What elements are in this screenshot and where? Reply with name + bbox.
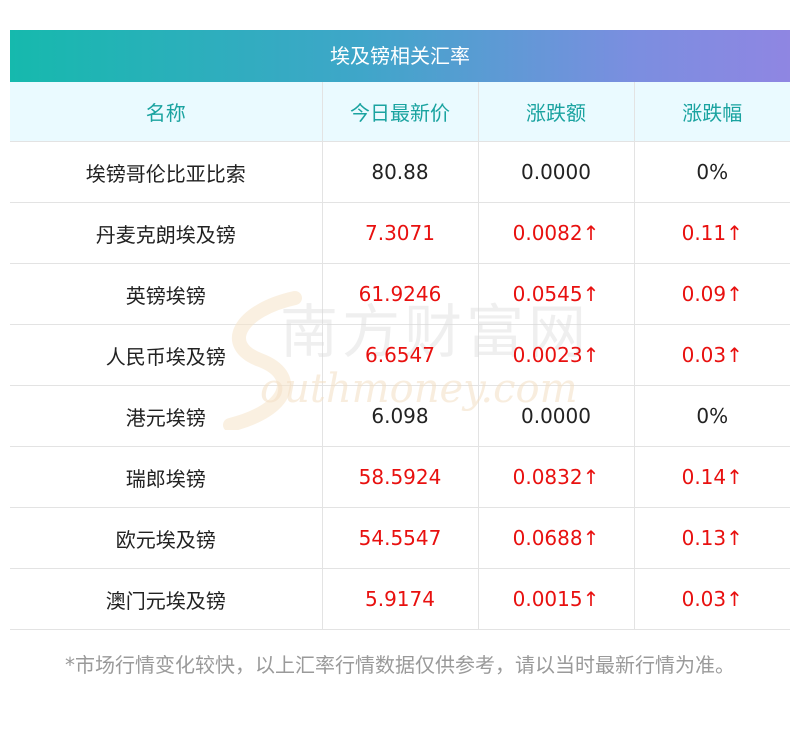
cell-pct: 0.03↑ xyxy=(634,324,790,386)
cell-price: 6.6547 xyxy=(322,324,479,386)
cell-price: 54.5547 xyxy=(322,507,479,569)
cell-change: 0.0688↑ xyxy=(478,507,635,569)
cell-price: 7.3071 xyxy=(322,202,479,264)
table-row: 英镑埃镑 61.9246 0.0545↑ 0.09↑ xyxy=(10,263,790,325)
cell-change: 0.0015↑ xyxy=(478,568,635,630)
cell-pct: 0% xyxy=(634,385,790,447)
header-change: 涨跌额 xyxy=(478,82,635,142)
table-row: 港元埃镑 6.098 0.0000 0% xyxy=(10,385,790,447)
cell-name: 瑞郎埃镑 xyxy=(10,446,323,508)
cell-price: 58.5924 xyxy=(322,446,479,508)
table-row: 埃镑哥伦比亚比索 80.88 0.0000 0% xyxy=(10,141,790,203)
cell-name: 人民币埃及镑 xyxy=(10,324,323,386)
cell-change: 0.0023↑ xyxy=(478,324,635,386)
header-row: 名称 今日最新价 涨跌额 涨跌幅 xyxy=(10,82,790,142)
table-row: 澳门元埃及镑 5.9174 0.0015↑ 0.03↑ xyxy=(10,568,790,630)
cell-pct: 0.03↑ xyxy=(634,568,790,630)
cell-change: 0.0000 xyxy=(478,141,635,203)
table-row: 欧元埃及镑 54.5547 0.0688↑ 0.13↑ xyxy=(10,507,790,569)
rate-table-card: 埃及镑相关汇率 名称 今日最新价 涨跌额 涨跌幅 埃镑哥伦比亚比索 80.88 … xyxy=(10,30,790,630)
cell-pct: 0.14↑ xyxy=(634,446,790,508)
table-row: 瑞郎埃镑 58.5924 0.0832↑ 0.14↑ xyxy=(10,446,790,508)
cell-pct: 0.09↑ xyxy=(634,263,790,325)
cell-name: 澳门元埃及镑 xyxy=(10,568,323,630)
cell-change: 0.0000 xyxy=(478,385,635,447)
exchange-rate-table: 名称 今日最新价 涨跌额 涨跌幅 埃镑哥伦比亚比索 80.88 0.0000 0… xyxy=(10,82,790,630)
table-title: 埃及镑相关汇率 xyxy=(10,30,790,82)
table-row: 人民币埃及镑 6.6547 0.0023↑ 0.03↑ xyxy=(10,324,790,386)
cell-name: 欧元埃及镑 xyxy=(10,507,323,569)
cell-change: 0.0832↑ xyxy=(478,446,635,508)
cell-name: 英镑埃镑 xyxy=(10,263,323,325)
cell-change: 0.0545↑ xyxy=(478,263,635,325)
disclaimer-note: *市场行情变化较快，以上汇率行情数据仅供参考，请以当时最新行情为准。 xyxy=(65,653,735,677)
cell-pct: 0% xyxy=(634,141,790,203)
table-row: 丹麦克朗埃及镑 7.3071 0.0082↑ 0.11↑ xyxy=(10,202,790,264)
cell-name: 港元埃镑 xyxy=(10,385,323,447)
header-price: 今日最新价 xyxy=(322,82,479,142)
header-pct: 涨跌幅 xyxy=(634,82,790,142)
cell-price: 61.9246 xyxy=(322,263,479,325)
cell-price: 5.9174 xyxy=(322,568,479,630)
cell-name: 埃镑哥伦比亚比索 xyxy=(10,141,323,203)
cell-price: 6.098 xyxy=(322,385,479,447)
cell-name: 丹麦克朗埃及镑 xyxy=(10,202,323,264)
cell-pct: 0.13↑ xyxy=(634,507,790,569)
cell-change: 0.0082↑ xyxy=(478,202,635,264)
cell-pct: 0.11↑ xyxy=(634,202,790,264)
cell-price: 80.88 xyxy=(322,141,479,203)
header-name: 名称 xyxy=(10,82,323,142)
